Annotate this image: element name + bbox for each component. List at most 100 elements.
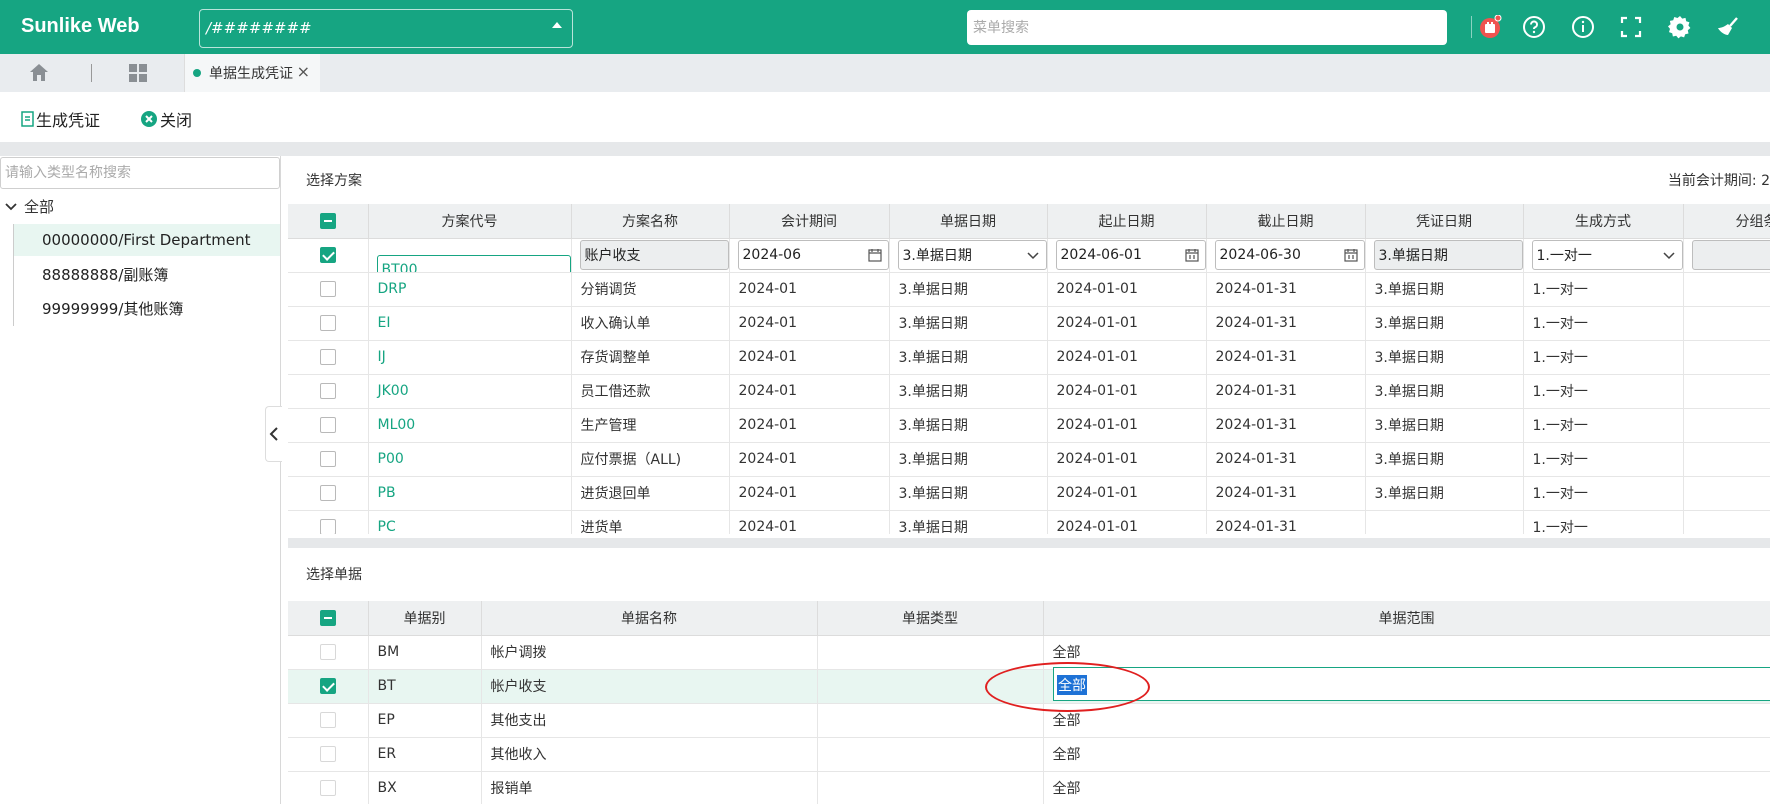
menu-search-input[interactable]	[967, 10, 1447, 45]
row-checkbox[interactable]	[319, 678, 336, 694]
mode-select[interactable]: 1.一对一	[1531, 240, 1682, 270]
calendar-badge-icon[interactable]	[1476, 13, 1504, 41]
row-checkbox[interactable]	[319, 644, 336, 660]
doc-scope[interactable]: 全部	[1043, 737, 1770, 772]
row-checkbox[interactable]	[319, 349, 336, 365]
plan-code[interactable]: EI	[368, 306, 572, 341]
doc-name: 帐户收支	[481, 669, 818, 704]
row-checkbox[interactable]	[319, 281, 336, 297]
calendar-icon[interactable]	[867, 248, 882, 262]
help-icon[interactable]	[1520, 13, 1548, 41]
settings-icon[interactable]	[1666, 13, 1694, 41]
plan-name: 进货单	[571, 510, 730, 534]
path-select[interactable]: /########	[199, 9, 573, 48]
plan-code[interactable]: IJ	[368, 340, 572, 375]
generate-voucher-button[interactable]: 生成凭证	[20, 107, 100, 131]
table-row[interactable]: PB 进货退回单 2024-01 3.单据日期 2024-01-01 2024-01-31…	[288, 476, 1770, 511]
plan-code[interactable]: PB	[368, 476, 572, 511]
info-icon[interactable]	[1569, 13, 1597, 41]
tree-search[interactable]	[0, 157, 280, 189]
tree-item[interactable]: 00000000/First Department	[14, 224, 280, 256]
tree-item[interactable]: 88888888/副账簿	[14, 258, 280, 290]
table-row[interactable]: P00 应付票据（ALL) 2024-01 3.单据日期 2024-01-01 2024-…	[288, 442, 1770, 477]
apps-grid-icon[interactable]	[127, 62, 149, 88]
select-all-checkbox[interactable]	[319, 212, 336, 229]
table-row[interactable]: ER 其他收入 全部	[288, 737, 1770, 772]
table-row[interactable]: BX 报销单 全部	[288, 771, 1770, 804]
plan-code-input[interactable]: BT00	[376, 255, 570, 272]
fullscreen-icon[interactable]	[1617, 13, 1645, 41]
row-checkbox[interactable]	[319, 746, 336, 762]
row-checkbox[interactable]	[319, 519, 336, 534]
table-row[interactable]: DRP 分销调货 2024-01 3.单据日期 2024-01-01 2024-01-31…	[288, 272, 1770, 307]
doc-scope[interactable]: 全部	[1043, 703, 1770, 738]
menu-search[interactable]	[967, 10, 1447, 45]
select-all-checkbox[interactable]	[319, 609, 336, 626]
plan-code[interactable]: ML00	[368, 408, 572, 443]
table-row[interactable]: JK00 员工借还款 2024-01 3.单据日期 2024-01-01 2024-01-…	[288, 374, 1770, 409]
plan-code[interactable]: PC	[368, 510, 572, 534]
group-field	[1691, 240, 1770, 270]
col-header: 截止日期	[1206, 204, 1366, 239]
end-date-picker[interactable]: 2024-06-30	[1214, 240, 1364, 270]
col-header: 单据名称	[481, 601, 818, 636]
start-date: 2024-01-01	[1047, 442, 1207, 477]
period-picker[interactable]: 2024-06	[737, 240, 888, 270]
doc-scope[interactable]: 全部	[1043, 771, 1770, 804]
row-checkbox[interactable]	[319, 417, 336, 433]
table-row[interactable]: EI 收入确认单 2024-01 3.单据日期 2024-01-01 2024-01-31…	[288, 306, 1770, 341]
calendar-icon[interactable]	[1343, 248, 1358, 262]
col-header: 单据类型	[817, 601, 1044, 636]
doc-scope[interactable]: 全部	[1043, 635, 1770, 670]
tab-voucher-generation[interactable]: 单据生成凭证 ×	[184, 54, 320, 92]
row-checkbox[interactable]	[319, 315, 336, 331]
plan-code[interactable]: P00	[368, 442, 572, 477]
tree-root[interactable]: 全部	[4, 196, 54, 217]
voucher-date: 3.单据日期	[1365, 374, 1524, 409]
row-checkbox[interactable]	[319, 383, 336, 399]
scope-editor-input[interactable]: 全部	[1053, 667, 1770, 701]
doc-code: BM	[368, 635, 482, 670]
row-checkbox[interactable]	[319, 712, 336, 728]
row-checkbox[interactable]	[319, 247, 336, 263]
table-row[interactable]: ML00 生产管理 2024-01 3.单据日期 2024-01-01 2024-01-3…	[288, 408, 1770, 443]
plan-code-value: BT00	[381, 262, 418, 272]
calendar-icon[interactable]	[1184, 248, 1199, 262]
mode: 1.一对一	[1523, 442, 1684, 477]
close-tab-icon[interactable]: ×	[297, 62, 310, 81]
plan-code[interactable]: JK00	[368, 374, 572, 409]
col-header: 方案名称	[571, 204, 730, 239]
highlight-annotation	[985, 662, 1150, 712]
row-check-cell[interactable]	[288, 238, 369, 273]
broom-icon[interactable]	[1714, 13, 1742, 41]
row-checkbox[interactable]	[319, 451, 336, 467]
start-date: 2024-01-01	[1047, 306, 1207, 341]
plan-code[interactable]: DRP	[368, 272, 572, 307]
doc-type	[817, 771, 1044, 804]
collapse-panel-button[interactable]	[265, 406, 282, 462]
doc-date: 3.单据日期	[889, 408, 1048, 443]
row-checkbox[interactable]	[319, 780, 336, 796]
doc-type	[817, 703, 1044, 738]
voucher-date	[1365, 510, 1524, 534]
table-row[interactable]: PC 进货单 2024-01 3.单据日期 2024-01-01 2024-01-31 1.…	[288, 510, 1770, 534]
select-all-cell[interactable]	[288, 601, 369, 636]
end-date: 2024-01-31	[1206, 306, 1366, 341]
select-all-cell[interactable]	[288, 204, 369, 239]
home-icon[interactable]	[28, 62, 50, 88]
row-checkbox[interactable]	[319, 485, 336, 501]
doc-date: 3.单据日期	[889, 340, 1048, 375]
plan-name-value: 账户收支	[584, 248, 641, 264]
current-period-label: 当前会计期间: 2	[1667, 173, 1770, 189]
start-date: 2024-01-01	[1047, 476, 1207, 511]
mode: 1.一对一	[1523, 374, 1684, 409]
action-bar: 生成凭证 关闭	[0, 92, 1770, 142]
tab-bar: 单据生成凭证 ×	[0, 54, 1770, 92]
doc-date-select[interactable]: 3.单据日期	[897, 240, 1046, 270]
tree-search-input[interactable]	[1, 158, 279, 188]
table-row[interactable]: IJ 存货调整单 2024-01 3.单据日期 2024-01-01 2024-01-31…	[288, 340, 1770, 375]
close-button[interactable]: 关闭	[140, 107, 192, 131]
tree-item[interactable]: 99999999/其他账簿	[14, 292, 280, 324]
plan-name: 应付票据（ALL)	[571, 442, 730, 477]
start-date-picker[interactable]: 2024-06-01	[1055, 240, 1205, 270]
